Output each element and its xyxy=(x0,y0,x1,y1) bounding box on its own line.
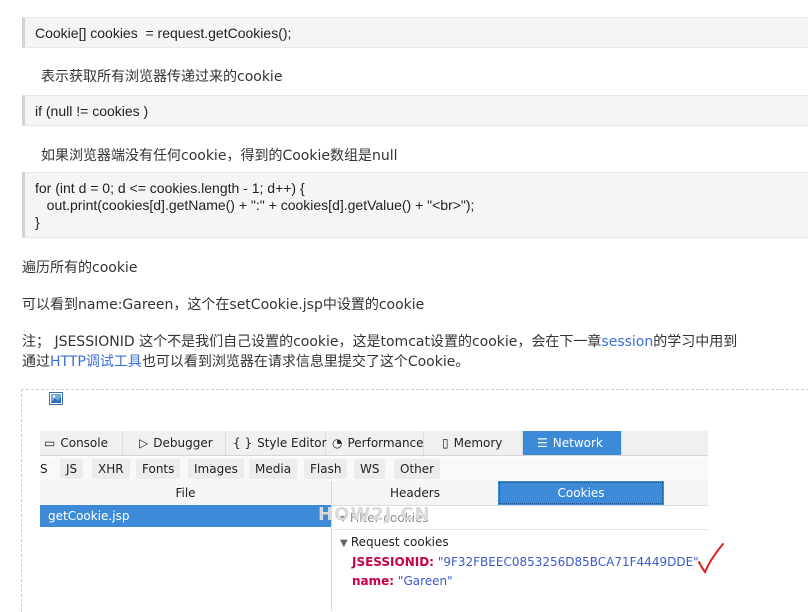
paragraph-iterate: 遍历所有的cookie xyxy=(22,260,138,276)
request-type-filters: S JS XHR Fonts Images Media Flash WS Oth… xyxy=(40,457,708,482)
tab-headers[interactable]: Headers xyxy=(352,481,478,505)
request-row[interactable]: getCookie.jsp xyxy=(40,505,331,527)
details-tabs: Headers Cookies xyxy=(332,481,708,506)
tab-label: Style Editor xyxy=(257,436,327,450)
filter-flash[interactable]: Flash xyxy=(304,459,348,479)
divider xyxy=(332,529,708,530)
filter-js[interactable]: JS xyxy=(60,459,84,479)
tab-label: Network xyxy=(552,436,603,450)
console-icon: ▭ xyxy=(44,436,56,450)
cookie-value: "Gareen" xyxy=(397,574,453,588)
file-column-header[interactable]: File xyxy=(40,481,331,506)
red-check-mark-icon xyxy=(698,543,724,574)
session-link[interactable]: session xyxy=(601,334,653,350)
tab-label: Performance xyxy=(347,436,424,450)
tab-style-editor[interactable]: { } Style Editor xyxy=(229,431,327,455)
tab-label: Console xyxy=(60,436,108,450)
tool-text-b: 也可以看到浏览器在请求信息里提交了这个Cookie。 xyxy=(141,354,470,370)
tab-cookies[interactable]: Cookies xyxy=(498,481,664,505)
tab-label: Debugger xyxy=(153,436,213,450)
filter-xhr[interactable]: XHR xyxy=(92,459,130,479)
paragraph-null-array: 如果浏览器端没有任何cookie，得到的Cookie数组是null xyxy=(41,148,398,164)
code-line: if (null != cookies ) xyxy=(35,103,149,119)
braces-icon: { } xyxy=(233,436,253,450)
paragraph-http-tool: 通过HTTP调试工具也可以看到浏览器在请求信息里提交了这个Cookie。 xyxy=(22,351,469,371)
filter-ws[interactable]: WS xyxy=(354,459,386,479)
tab-console[interactable]: ▭ Console xyxy=(40,431,123,455)
gauge-icon: ◔ xyxy=(332,436,343,450)
paragraph-gareen: 可以看到name:Gareen，这个在setCookie.jsp中设置的cook… xyxy=(22,297,425,313)
request-cookies-section[interactable]: ▼ Request cookies xyxy=(340,534,449,552)
code-block-null-check: if (null != cookies ) xyxy=(22,95,808,126)
request-list: File getCookie.jsp xyxy=(40,481,332,611)
tab-memory[interactable]: ▯ Memory xyxy=(438,431,523,455)
network-icon: ☰ xyxy=(537,436,548,450)
debugger-icon: ▷ xyxy=(139,436,149,450)
code-block-get-cookies: Cookie[] cookies = request.getCookies(); xyxy=(22,17,808,48)
watermark: HOW2J.CN xyxy=(318,504,431,525)
code-block-loop: for (int d = 0; d <= cookies.length - 1;… xyxy=(22,172,808,238)
filter-images[interactable]: Images xyxy=(188,459,244,479)
paragraph-jsessionid-note: 注； JSESSIONID 这个不是我们自己设置的cookie，这是tomcat… xyxy=(22,331,737,351)
tab-label: Memory xyxy=(453,436,503,450)
filter-fonts[interactable]: Fonts xyxy=(136,459,181,479)
request-details: Headers Cookies ▾ Filter cookies ▼ Reque… xyxy=(332,481,708,611)
tab-performance[interactable]: ◔ Performance xyxy=(328,431,424,455)
image-icon xyxy=(49,392,63,405)
collapse-triangle-icon: ▼ xyxy=(340,538,351,549)
note-text-b: 的学习中用到 xyxy=(653,334,738,350)
note-text-a: 注； JSESSIONID 这个不是我们自己设置的cookie，这是tomcat… xyxy=(22,334,602,350)
cookie-key: JSESSIONID: xyxy=(352,555,434,569)
tab-debugger[interactable]: ▷ Debugger xyxy=(135,431,226,455)
http-tool-link[interactable]: HTTP调试工具 xyxy=(50,354,142,370)
filter-other[interactable]: Other xyxy=(394,459,441,479)
filter-media[interactable]: Media xyxy=(249,459,298,479)
paragraph-get-cookies: 表示获取所有浏览器传递过来的cookie xyxy=(41,69,283,85)
cookie-value: "9F32FBEEC0853256D85BCA71F4449DDE" xyxy=(437,555,699,569)
code-line: for (int d = 0; d <= cookies.length - 1;… xyxy=(35,180,305,196)
code-line: } xyxy=(35,214,40,230)
devtools-toolbar: ▭ Console ▷ Debugger { } Style Editor ◔ Perf… xyxy=(40,431,708,456)
filter-s[interactable]: S xyxy=(34,459,54,479)
cookie-row[interactable]: name: "Gareen" xyxy=(352,573,453,589)
memory-icon: ▯ xyxy=(442,436,449,450)
section-label: Request cookies xyxy=(350,535,449,549)
tool-text-a: 通过 xyxy=(22,354,50,370)
cookie-row[interactable]: JSESSIONID: "9F32FBEEC0853256D85BCA71F44… xyxy=(352,554,699,570)
tab-network[interactable]: ☰ Network xyxy=(523,431,622,455)
code-line: out.print(cookies[d].getName() + ":" + c… xyxy=(35,197,475,213)
cookie-key: name: xyxy=(352,574,395,588)
code-line: Cookie[] cookies = request.getCookies(); xyxy=(35,25,292,41)
